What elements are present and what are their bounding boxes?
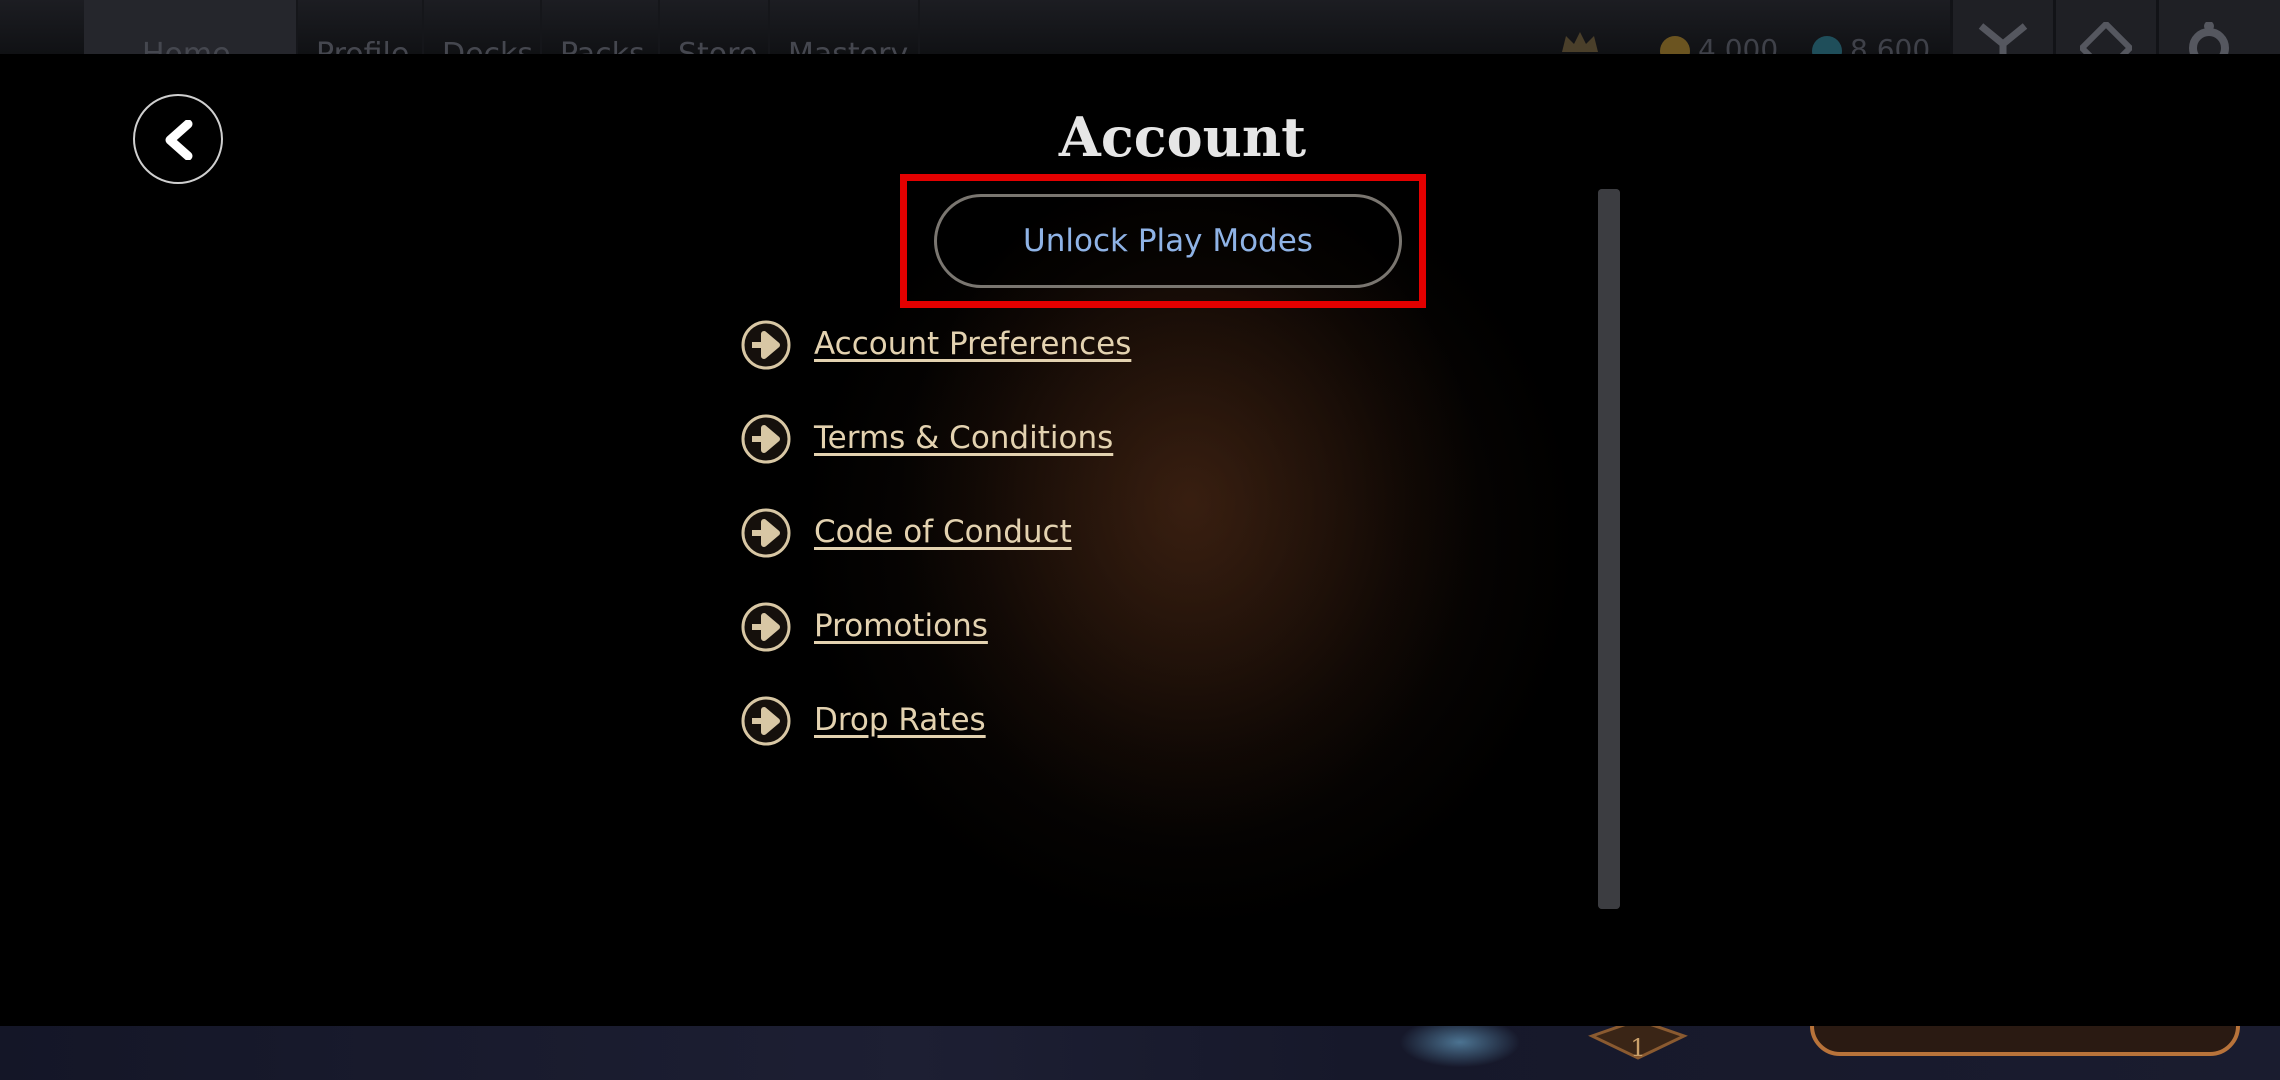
gems-amount: 8,600	[1850, 33, 1931, 55]
scrollbar[interactable]	[1598, 189, 1620, 909]
menu-item-label: Terms & Conditions	[814, 420, 1114, 456]
menu-item-label: Code of Conduct	[814, 514, 1072, 550]
quests-button[interactable]	[1950, 0, 2053, 54]
play-button[interactable]	[1810, 1026, 2240, 1056]
tab-store[interactable]: Store	[660, 0, 770, 54]
mastery-tab-label: Mastery	[788, 37, 908, 55]
packs-tab-label: Packs	[560, 37, 645, 55]
tab-home[interactable]: Home	[84, 0, 298, 54]
bottom-bar: 1	[0, 1026, 2280, 1080]
menu-item-drop-rates[interactable]: Drop Rates	[740, 695, 1340, 751]
menu-item-label: Promotions	[814, 608, 988, 644]
menu-item-label: Drop Rates	[814, 702, 986, 738]
menu-item-label: Account Preferences	[814, 326, 1132, 362]
store-tab-label: Store	[678, 37, 757, 55]
menu-item-account-preferences[interactable]: Account Preferences	[740, 319, 1340, 375]
menu-item-promotions[interactable]: Promotions	[740, 601, 1340, 657]
menu-item-code-of-conduct[interactable]: Code of Conduct	[740, 507, 1340, 563]
tab-decks[interactable]: Decks	[424, 0, 542, 54]
top-nav-bar: Home Profile Decks Packs Store Mastery 4…	[0, 0, 2280, 54]
arrow-right-icon	[740, 319, 792, 371]
tab-profile[interactable]: Profile	[298, 0, 424, 54]
gold-coin-icon	[1660, 36, 1690, 54]
arrow-right-icon	[740, 413, 792, 465]
arrow-right-icon	[740, 601, 792, 653]
glow-effect	[1400, 1026, 1520, 1080]
gem-icon	[1812, 36, 1842, 54]
gems-counter[interactable]: 8,600	[1812, 36, 1930, 54]
decks-tab-label: Decks	[442, 37, 533, 55]
home-tab-label: Home	[102, 37, 231, 55]
tab-mastery[interactable]: Mastery	[770, 0, 920, 54]
arrow-right-icon	[740, 507, 792, 559]
help-button[interactable]	[2053, 0, 2156, 54]
gold-amount: 4,000	[1698, 33, 1779, 55]
tab-packs[interactable]: Packs	[542, 0, 660, 54]
scrollbar-thumb[interactable]	[1598, 189, 1620, 909]
arrow-right-icon	[740, 695, 792, 747]
page-title: Account	[1058, 105, 1307, 169]
level-number: 1	[1630, 1034, 1646, 1062]
app-screen: Home Profile Decks Packs Store Mastery 4…	[0, 0, 2280, 1080]
unlock-play-modes-button[interactable]: Unlock Play Modes	[934, 194, 1402, 288]
menu-item-terms-conditions[interactable]: Terms & Conditions	[740, 413, 1340, 469]
mastery-crown-icon[interactable]	[1560, 30, 1600, 54]
settings-button[interactable]	[2156, 0, 2280, 54]
gold-counter[interactable]: 4,000	[1660, 36, 1778, 54]
profile-tab-label: Profile	[316, 37, 409, 55]
account-panel: Account Unlock Play Modes Account Prefer…	[0, 54, 2280, 1026]
